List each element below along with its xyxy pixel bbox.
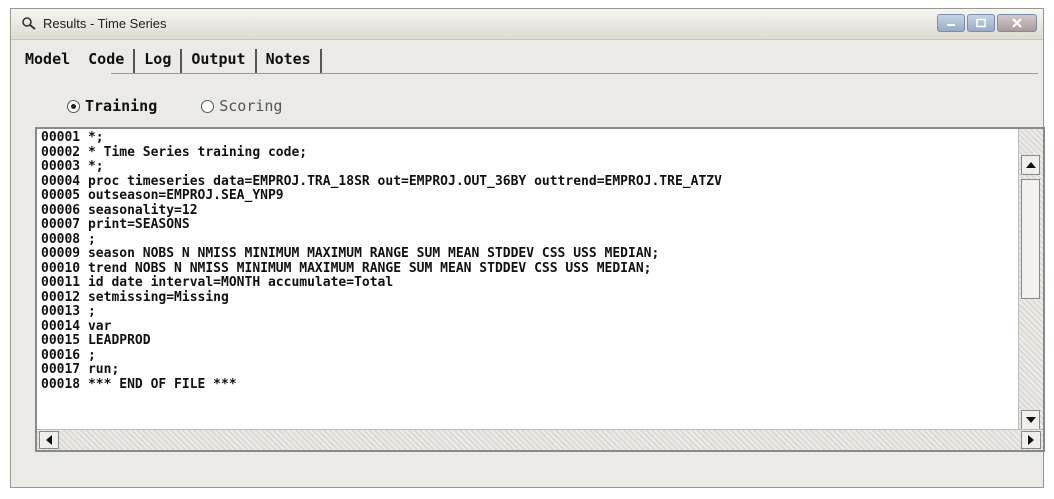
close-icon — [1012, 18, 1022, 28]
maximize-icon — [976, 18, 986, 28]
tab-log[interactable]: Log — [135, 49, 183, 73]
results-window: Results - Time Series Model Code Log Out… — [10, 8, 1045, 488]
code-line: 00004 proc timeseries data=EMPROJ.TRA_18… — [41, 173, 722, 189]
radio-unselected-indicator[interactable] — [201, 99, 215, 113]
training-radio[interactable]: Training — [67, 97, 157, 115]
window-title: Results - Time Series — [43, 16, 167, 31]
code-line: 00007 print=SEASONS — [41, 217, 190, 232]
code-line: 00002 * Time Series training code; — [41, 144, 308, 160]
arrow-right-icon — [1028, 435, 1034, 445]
code-line: 00014 var — [41, 318, 112, 334]
code-type-radio-group: Training Scoring — [67, 97, 282, 115]
tab-model[interactable]: Model — [25, 49, 79, 73]
tab-code[interactable]: Code — [79, 49, 136, 73]
tab-divider — [111, 73, 1038, 74]
code-line: 00010 trend NOBS N NMISS MINIMUM MAXIMUM… — [41, 260, 652, 276]
code-line: 00016 ; — [41, 347, 96, 363]
code-line: 00003 *; — [41, 159, 104, 174]
scroll-down-button[interactable] — [1021, 410, 1040, 430]
horizontal-scrollbar[interactable] — [37, 429, 1043, 450]
title-bar[interactable]: Results - Time Series — [11, 9, 1043, 40]
vertical-scrollbar[interactable] — [1018, 129, 1043, 430]
code-line: 00018 *** END OF FILE *** — [41, 376, 237, 392]
code-line: 00005 outseason=EMPROJ.SEA_YNP9 — [41, 188, 284, 203]
arrow-up-icon — [1025, 162, 1036, 168]
code-line: 00008 ; — [41, 231, 96, 247]
close-button[interactable] — [997, 14, 1037, 32]
scroll-up-button[interactable] — [1021, 155, 1040, 175]
code-line: 00013 ; — [41, 304, 96, 319]
code-line: 00017 run; — [41, 362, 120, 377]
tab-output[interactable]: Output — [182, 49, 257, 73]
vertical-scroll-thumb[interactable] — [1021, 179, 1040, 299]
code-line: 00011 id date interval=MONTH accumulate=… — [41, 275, 394, 290]
scoring-radio[interactable]: Scoring — [201, 97, 282, 115]
tab-bar: Model Code Log Output Notes — [25, 45, 322, 73]
code-line: 00001 *; — [41, 131, 104, 145]
minimize-button[interactable] — [937, 14, 965, 32]
scroll-right-button[interactable] — [1021, 431, 1041, 449]
minimize-icon — [947, 24, 955, 26]
radio-selected-indicator[interactable] — [67, 99, 80, 113]
arrow-left-icon — [46, 435, 52, 445]
scoring-radio-label: Scoring — [219, 97, 283, 115]
scroll-left-button[interactable] — [39, 431, 59, 449]
code-viewer[interactable]: 00001 *; 00002 * Time Series training co… — [35, 127, 1045, 452]
tab-notes[interactable]: Notes — [257, 49, 322, 73]
code-line: 00012 setmissing=Missing — [41, 289, 229, 305]
maximize-button[interactable] — [967, 14, 995, 32]
code-text-area[interactable]: 00001 *; 00002 * Time Series training co… — [41, 131, 1015, 428]
training-radio-label: Training — [85, 97, 158, 115]
code-line: 00015 LEADPROD — [41, 333, 151, 348]
code-line: 00009 season NOBS N NMISS MINIMUM MAXIMU… — [41, 246, 660, 261]
code-line: 00006 seasonality=12 — [41, 202, 198, 218]
arrow-down-icon — [1025, 417, 1036, 423]
results-icon — [22, 17, 36, 30]
